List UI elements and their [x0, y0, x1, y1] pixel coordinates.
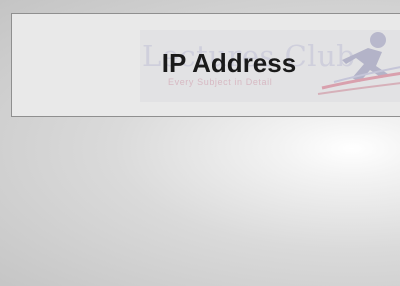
- page-header: Lectures Club Every Subject in Detail IP…: [11, 13, 400, 117]
- page-title: IP Address: [161, 48, 297, 78]
